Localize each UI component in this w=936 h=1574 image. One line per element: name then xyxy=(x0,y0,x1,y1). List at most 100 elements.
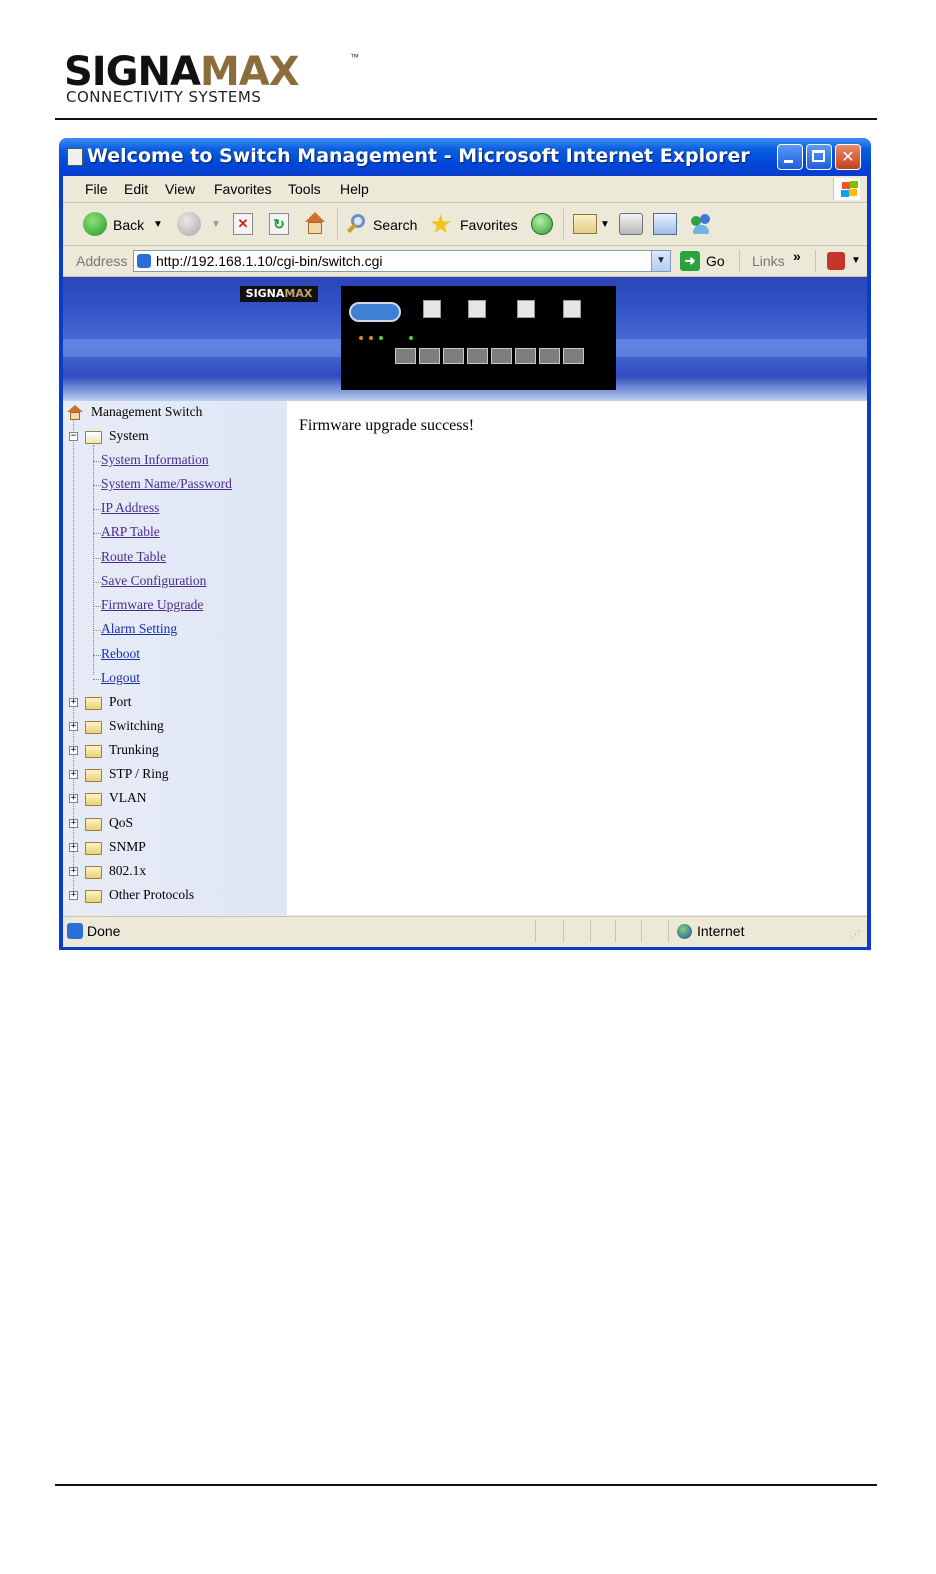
menu-help[interactable]: Help xyxy=(340,181,369,197)
expand-icon[interactable]: + xyxy=(69,891,78,900)
edit-icon[interactable] xyxy=(653,213,677,235)
links-chevron-icon[interactable]: » xyxy=(793,248,801,264)
print-icon[interactable] xyxy=(619,213,643,235)
menu-file[interactable]: File xyxy=(85,181,108,197)
status-bar: Done Internet ⋰ xyxy=(63,916,867,947)
toolbar-extension-icon[interactable] xyxy=(827,252,845,270)
back-dropdown-icon[interactable]: ▼ xyxy=(153,219,163,230)
expand-icon[interactable]: + xyxy=(69,843,78,852)
minimize-button[interactable] xyxy=(777,144,803,170)
back-arrow-icon[interactable] xyxy=(83,212,107,236)
tree-vlan[interactable]: VLAN xyxy=(109,790,147,806)
led xyxy=(409,336,413,340)
ethernet-port-8 xyxy=(563,348,584,364)
tree-qos[interactable]: QoS xyxy=(109,815,133,831)
mail-icon[interactable] xyxy=(573,214,597,234)
tree-other-protocols[interactable]: Other Protocols xyxy=(109,887,194,903)
title-bar[interactable]: Welcome to Switch Management - Microsoft… xyxy=(59,138,871,176)
expand-icon[interactable]: + xyxy=(69,746,78,755)
forward-dropdown-icon[interactable]: ▼ xyxy=(211,219,221,230)
folder-icon xyxy=(85,866,102,879)
history-icon[interactable] xyxy=(531,213,553,235)
address-dropdown-icon[interactable]: ▼ xyxy=(651,251,670,271)
logo-brand: SIGNAMAX xyxy=(64,52,300,92)
window-title: Welcome to Switch Management - Microsoft… xyxy=(87,145,750,167)
expand-icon[interactable]: + xyxy=(69,698,78,707)
ethernet-port-1 xyxy=(395,348,416,364)
link-save-configuration[interactable]: Save Configuration xyxy=(101,573,206,589)
go-button[interactable]: Go xyxy=(706,253,725,269)
link-route-table[interactable]: Route Table xyxy=(101,549,166,565)
menu-tools[interactable]: Tools xyxy=(288,181,321,197)
close-button[interactable]: ✕ xyxy=(835,144,861,170)
maximize-button[interactable] xyxy=(806,144,832,170)
link-logout[interactable]: Logout xyxy=(101,670,140,686)
windows-logo-icon xyxy=(833,178,860,200)
tree-stp-ring[interactable]: STP / Ring xyxy=(109,766,169,782)
messenger-icon[interactable] xyxy=(689,212,713,236)
link-ip-address[interactable]: IP Address xyxy=(101,500,159,516)
tree-root[interactable]: Management Switch xyxy=(91,404,202,420)
menu-edit[interactable]: Edit xyxy=(124,181,148,197)
links-button[interactable]: Links xyxy=(752,253,785,269)
tree-trunking[interactable]: Trunking xyxy=(109,742,159,758)
banner-logo: SIGNAMAX xyxy=(240,286,318,302)
resize-grip-icon[interactable]: ⋰ xyxy=(851,929,860,940)
ethernet-port-2 xyxy=(419,348,440,364)
tree-8021x[interactable]: 802.1x xyxy=(109,863,146,879)
extension-dropdown-icon[interactable]: ▼ xyxy=(851,255,861,266)
tree-branch xyxy=(93,485,101,486)
address-url[interactable]: http://192.168.1.10/cgi-bin/switch.cgi xyxy=(156,253,382,269)
menu-view[interactable]: View xyxy=(165,181,195,197)
favorites-star-icon[interactable]: ★ xyxy=(429,211,452,237)
address-label: Address xyxy=(76,253,128,269)
security-zone: Internet xyxy=(697,923,745,939)
tree-port[interactable]: Port xyxy=(109,694,132,710)
switch-front-panel xyxy=(341,286,616,390)
expand-icon[interactable]: + xyxy=(69,770,78,779)
mail-dropdown-icon[interactable]: ▼ xyxy=(600,219,610,230)
stop-icon[interactable]: ✕ xyxy=(233,213,253,235)
forward-arrow-icon[interactable] xyxy=(177,212,201,236)
status-divider xyxy=(668,920,669,942)
fiber-port-2 xyxy=(468,300,486,318)
search-button[interactable]: Search xyxy=(373,217,417,233)
expand-icon[interactable]: + xyxy=(69,794,78,803)
folder-icon xyxy=(85,793,102,806)
tree-switching[interactable]: Switching xyxy=(109,718,164,734)
status-message: Firmware upgrade success! xyxy=(299,417,475,434)
open-folder-icon xyxy=(85,431,102,444)
expand-icon[interactable]: + xyxy=(69,722,78,731)
toolbar-separator xyxy=(337,209,338,239)
link-arp-table[interactable]: ARP Table xyxy=(101,524,160,540)
link-system-name-password[interactable]: System Name/Password xyxy=(101,476,232,492)
expand-icon[interactable]: + xyxy=(69,819,78,828)
link-firmware-upgrade[interactable]: Firmware Upgrade xyxy=(101,597,203,613)
go-arrow-icon[interactable]: ➜ xyxy=(680,251,700,271)
link-system-information[interactable]: System Information xyxy=(101,452,209,468)
status-divider xyxy=(535,920,536,942)
link-reboot[interactable]: Reboot xyxy=(101,646,140,662)
ethernet-port-7 xyxy=(539,348,560,364)
link-alarm-setting[interactable]: Alarm Setting xyxy=(101,621,177,637)
collapse-icon[interactable]: − xyxy=(69,432,78,441)
favorites-button[interactable]: Favorites xyxy=(460,217,518,233)
address-input[interactable]: http://192.168.1.10/cgi-bin/switch.cgi ▼ xyxy=(133,250,671,272)
back-button[interactable]: Back xyxy=(113,217,144,233)
ethernet-port-6 xyxy=(515,348,536,364)
expand-icon[interactable]: + xyxy=(69,867,78,876)
refresh-icon[interactable]: ↻ xyxy=(269,213,289,235)
tree-branch xyxy=(93,630,101,631)
tree-snmp[interactable]: SNMP xyxy=(109,839,146,855)
globe-icon xyxy=(677,924,692,939)
logo-subtitle: CONNECTIVITY SYSTEMS xyxy=(66,88,262,106)
home-icon[interactable] xyxy=(303,212,327,236)
search-icon[interactable] xyxy=(345,212,369,236)
tree-system[interactable]: System xyxy=(109,428,149,444)
tree-branch xyxy=(93,679,101,680)
page-viewport: SIGNAMAX Management Switch − System Syst… xyxy=(63,277,867,915)
window-client: File Edit View Favorites Tools Help Back… xyxy=(63,176,867,947)
menu-favorites[interactable]: Favorites xyxy=(214,181,272,197)
address-separator xyxy=(739,250,740,272)
status-text: Done xyxy=(87,923,121,939)
